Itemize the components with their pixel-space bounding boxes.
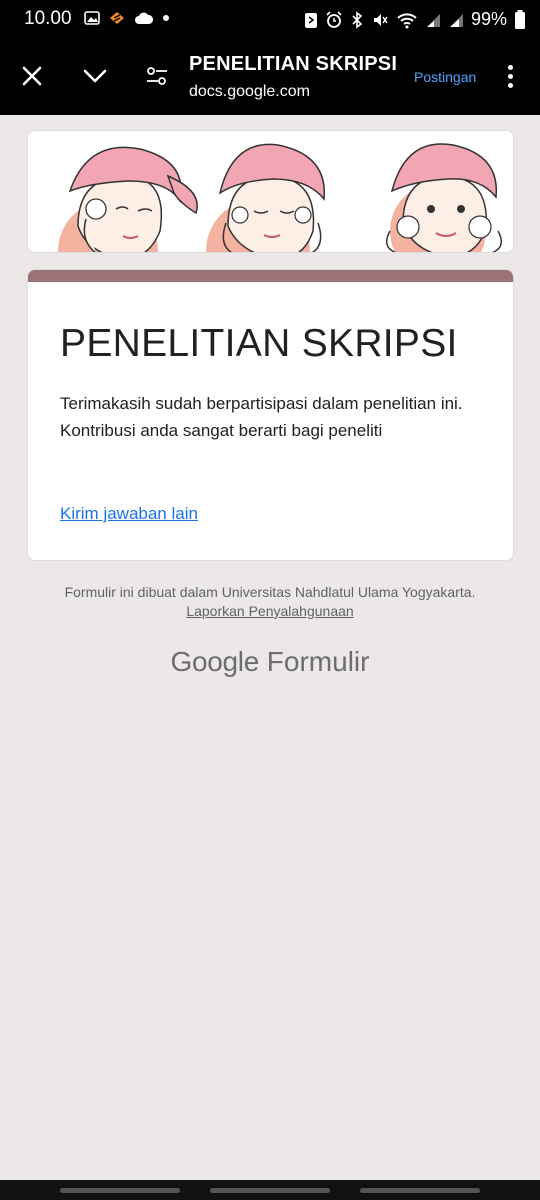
signal-icon-2 [449, 13, 463, 27]
header-banner-image [27, 130, 514, 253]
minimize-button[interactable] [77, 58, 113, 94]
home-pill[interactable] [210, 1188, 330, 1193]
forms-wordmark: Formulir [266, 646, 370, 677]
system-nav-bar [0, 1180, 540, 1200]
footer-text: Formulir ini dibuat dalam Universitas Na… [64, 584, 476, 600]
browser-toolbar: PENELITIAN SKRIPSI docs.google.com Posti… [0, 38, 540, 115]
mute-icon [373, 13, 388, 26]
cloud-icon [135, 12, 154, 24]
form-title: PENELITIAN SKRIPSI [60, 322, 458, 365]
close-button[interactable] [14, 58, 50, 94]
page-url: docs.google.com [189, 83, 310, 100]
nfc-icon [304, 12, 317, 28]
status-bar: 10.00 99% [0, 0, 540, 38]
close-icon [22, 66, 42, 86]
post-button[interactable]: Postingan [414, 69, 476, 85]
google-forms-logo[interactable]: Google Formulir [0, 646, 540, 678]
page-title: PENELITIAN SKRIPSI [189, 53, 398, 75]
more-vert-icon [507, 64, 513, 70]
submit-another-response-link[interactable]: Kirim jawaban lain [60, 504, 198, 524]
wifi-icon [397, 12, 417, 28]
battery-icon [515, 9, 525, 29]
battery-percent: 99% [470, 9, 507, 29]
tune-icon [147, 67, 167, 85]
form-footer: Formulir ini dibuat dalam Universitas Na… [60, 583, 480, 621]
confirmation-card: PENELITIAN SKRIPSI Terimakasih sudah ber… [27, 269, 514, 561]
nav-pill-right[interactable] [360, 1188, 480, 1193]
chevron-down-icon [83, 69, 107, 83]
status-time: 10.00 [24, 8, 72, 29]
google-wordmark: Google [170, 646, 260, 677]
site-settings-button[interactable] [139, 58, 175, 94]
nav-pill-left[interactable] [60, 1188, 180, 1193]
signal-icon [426, 13, 440, 27]
theme-stripe [28, 270, 513, 282]
report-abuse-link[interactable]: Laporkan Penyalahgunaan [186, 603, 353, 619]
app-icon [110, 12, 124, 24]
confirmation-message: Terimakasih sudah berpartisipasi dalam p… [60, 394, 463, 440]
bluetooth-icon [352, 10, 363, 29]
gallery-icon [84, 11, 100, 25]
dot-icon [163, 15, 169, 21]
more-menu-button[interactable] [500, 58, 520, 94]
alarm-icon [326, 10, 342, 28]
skincare-illustration [28, 131, 513, 252]
